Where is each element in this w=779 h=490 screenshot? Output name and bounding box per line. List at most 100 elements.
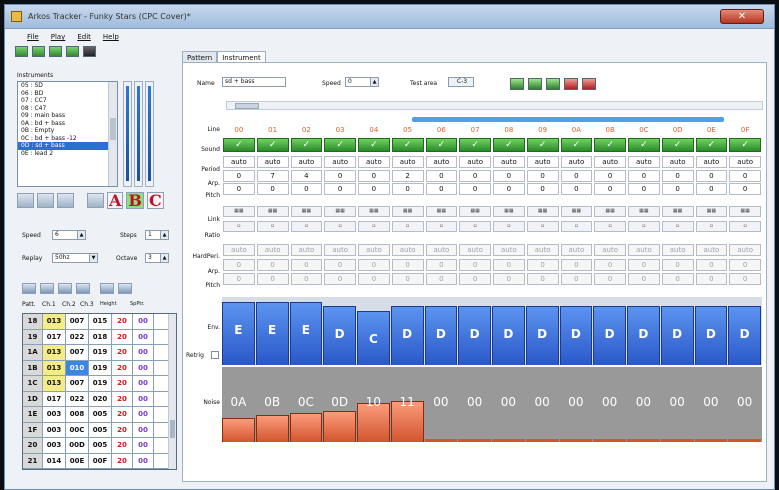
sound-checkbox[interactable]: ✓	[223, 138, 255, 152]
hard-arp-cell[interactable]: 0	[628, 259, 660, 271]
instrument-item[interactable]: 09 : main bass	[18, 112, 117, 120]
noise-bar[interactable]	[458, 439, 491, 442]
pattern-cell[interactable]: 20	[23, 438, 43, 453]
sound-checkbox[interactable]: ✓	[661, 138, 694, 152]
hardperiod-cell[interactable]: auto	[290, 244, 323, 256]
pattern-cell[interactable]: 019	[89, 360, 112, 375]
env-bar[interactable]: D	[525, 306, 559, 365]
hard-pitch-cell[interactable]: 0	[695, 273, 728, 285]
pattern-row[interactable]: 18 013 007 015 20 00	[23, 314, 176, 330]
hardperiod-cell[interactable]: auto	[223, 244, 255, 256]
noise-bar[interactable]	[593, 439, 626, 442]
replay-select[interactable]: 50hz ▼	[52, 253, 98, 263]
noise-bar[interactable]	[357, 403, 390, 442]
ratio-checkbox[interactable]: ▫	[223, 221, 255, 232]
pattern-cell[interactable]: 00	[133, 329, 154, 344]
link-cell[interactable]: ▦▦	[459, 206, 491, 217]
pattern-properties-button[interactable]	[100, 283, 114, 294]
paste-instrument-button[interactable]	[87, 193, 104, 208]
hard-arp-cell[interactable]: 0	[661, 259, 694, 271]
pattern-cell[interactable]: 00	[133, 438, 154, 453]
hardperiod-cell[interactable]: auto	[695, 244, 728, 256]
env-bar[interactable]: E	[289, 301, 323, 365]
env-bar[interactable]: E	[255, 301, 289, 365]
noise-bar[interactable]	[660, 439, 694, 442]
pitch-cell[interactable]: 0	[425, 183, 458, 195]
instrument-horizontal-scrollbar[interactable]	[226, 101, 763, 110]
hardperiod-cell[interactable]: auto	[256, 244, 289, 256]
pitch-cell[interactable]: 0	[628, 183, 660, 195]
ratio-checkbox[interactable]: ▫	[695, 221, 728, 232]
pitch-cell[interactable]: 0	[459, 183, 491, 195]
hard-arp-cell[interactable]: 0	[324, 259, 356, 271]
insert-pattern-button[interactable]	[40, 283, 54, 294]
pitch-cell[interactable]: 0	[661, 183, 694, 195]
pattern-cell[interactable]: 003	[43, 407, 66, 422]
speed-spinner[interactable]: 6 ▲	[52, 230, 86, 240]
line-number[interactable]: 06	[426, 126, 458, 134]
inst-speed-spinner[interactable]: 0 ▲	[345, 77, 379, 87]
hard-pitch-cell[interactable]: 0	[628, 273, 660, 285]
play-pattern-button[interactable]	[32, 46, 45, 57]
instrument-item[interactable]: 06 : BD	[18, 90, 117, 98]
arp-cell[interactable]: 0	[223, 170, 255, 182]
hard-arp-cell[interactable]: 0	[459, 259, 491, 271]
pattern-row[interactable]: 1C 013 007 019 20 00	[23, 376, 176, 392]
menu-play[interactable]: Play	[51, 33, 66, 41]
pattern-cell[interactable]: 005	[89, 407, 112, 422]
link-cell[interactable]: ▦▦	[223, 206, 255, 217]
arp-cell[interactable]: 0	[560, 170, 593, 182]
sound-checkbox[interactable]: ✓	[526, 138, 559, 152]
noise-bar[interactable]	[728, 439, 761, 442]
ratio-checkbox[interactable]: ▫	[594, 221, 626, 232]
sound-checkbox[interactable]: ✓	[493, 138, 525, 152]
pattern-cell[interactable]: 020	[89, 391, 112, 406]
hard-arp-cell[interactable]: 0	[729, 259, 761, 271]
arp-cell[interactable]: 7	[256, 170, 289, 182]
noise-bar[interactable]	[525, 439, 559, 442]
stop-button[interactable]	[83, 46, 96, 57]
pattern-row[interactable]: 20 003 00D 005 20 00	[23, 438, 176, 454]
ratio-checkbox[interactable]: ▫	[560, 221, 593, 232]
period-cell[interactable]: auto	[425, 156, 458, 168]
sound-checkbox[interactable]: ✓	[256, 138, 289, 152]
env-bar[interactable]: D	[593, 306, 626, 365]
link-cell[interactable]: ▦▦	[695, 206, 728, 217]
arp-cell[interactable]: 0	[526, 170, 559, 182]
steps-spinner[interactable]: 1 ▲	[145, 230, 169, 240]
ratio-checkbox[interactable]: ▫	[729, 221, 761, 232]
pitch-cell[interactable]: 0	[493, 183, 525, 195]
instrument-item[interactable]: 0C : bd + bass -12	[18, 135, 117, 143]
hard-pitch-cell[interactable]: 0	[526, 273, 559, 285]
pattern-cell[interactable]: 00	[133, 407, 154, 422]
pattern-cell[interactable]: 20	[112, 329, 133, 344]
arp-cell[interactable]: 4	[290, 170, 323, 182]
pattern-cell[interactable]: 20	[112, 422, 133, 437]
pattern-cell[interactable]: 014	[43, 453, 66, 468]
hard-arp-cell[interactable]: 0	[493, 259, 525, 271]
pattern-cell[interactable]: 00D	[66, 438, 89, 453]
instrument-name-field[interactable]: sd + bass	[222, 77, 286, 87]
hard-pitch-cell[interactable]: 0	[459, 273, 491, 285]
pattern-cell[interactable]: 19	[23, 329, 43, 344]
period-cell[interactable]: auto	[695, 156, 728, 168]
pitch-cell[interactable]: 0	[324, 183, 356, 195]
hard-pitch-cell[interactable]: 0	[560, 273, 593, 285]
period-cell[interactable]: auto	[526, 156, 559, 168]
env-bar[interactable]: C	[357, 310, 390, 365]
pattern-cell[interactable]: 00	[133, 391, 154, 406]
pattern-row[interactable]: 1E 003 008 005 20 00	[23, 407, 176, 423]
env-bar[interactable]: D	[458, 306, 491, 365]
noise-bar[interactable]	[255, 415, 289, 442]
noise-bar[interactable]	[627, 439, 660, 442]
hard-pitch-cell[interactable]: 0	[324, 273, 356, 285]
pitch-cell[interactable]: 0	[391, 183, 424, 195]
period-cell[interactable]: auto	[661, 156, 694, 168]
arp-cell[interactable]: 0	[493, 170, 525, 182]
ratio-checkbox[interactable]: ▫	[628, 221, 660, 232]
sound-checkbox[interactable]: ✓	[324, 138, 356, 152]
hard-arp-cell[interactable]: 0	[560, 259, 593, 271]
pattern-row[interactable]: 1A 013 007 019 20 00	[23, 345, 176, 361]
pattern-cell[interactable]: 013	[43, 314, 66, 329]
instrument-list-scrollbar[interactable]	[108, 82, 117, 186]
